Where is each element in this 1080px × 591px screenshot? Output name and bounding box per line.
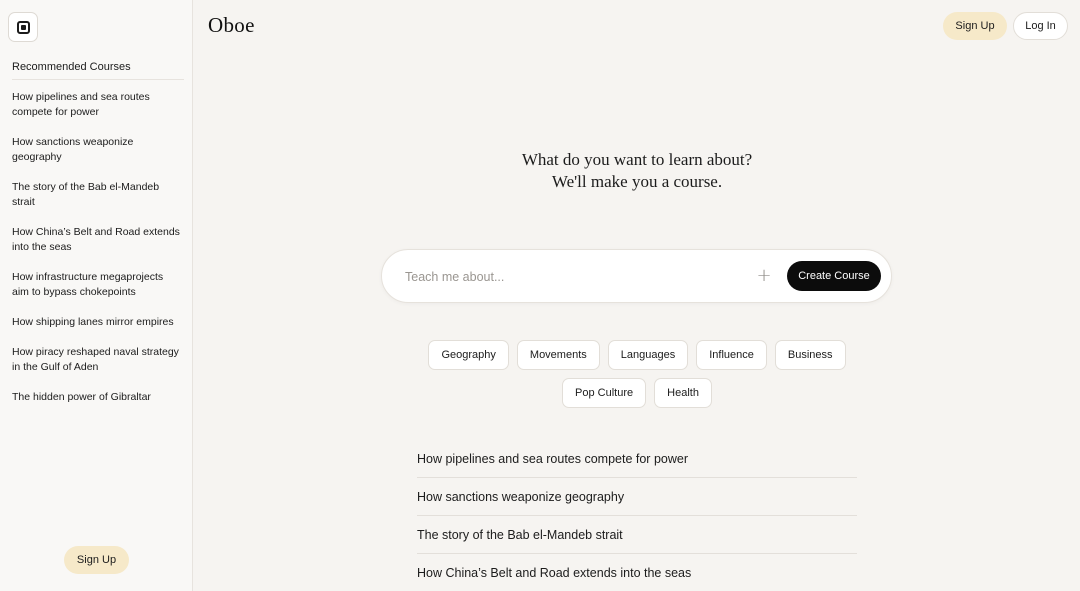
suggested-courses-list: How pipelines and sea routes compete for… — [417, 440, 857, 591]
sidebar-course-item[interactable]: The story of the Bab el-Mandeb strait — [12, 180, 182, 210]
category-chip-languages[interactable]: Languages — [607, 340, 689, 370]
teach-me-input[interactable] — [405, 267, 735, 287]
sidebar-course-item[interactable]: How pipelines and sea routes compete for… — [12, 90, 182, 120]
sidebar-course-item[interactable]: How piracy reshaped naval strategy in th… — [12, 345, 182, 375]
hero-line-1: What do you want to learn about? — [521, 150, 753, 169]
category-chip-business[interactable]: Business — [774, 340, 846, 370]
course-list-item[interactable]: The story of the Bab el-Mandeb strait — [417, 516, 857, 554]
hero-heading: What do you want to learn about? We'll m… — [437, 149, 837, 193]
hero-line-2: We'll make you a course. — [551, 172, 723, 191]
sidebar-signup-button[interactable]: Sign Up — [64, 546, 129, 574]
logo[interactable]: Oboe — [208, 13, 255, 38]
category-chips: Geography Movements Languages Influence … — [420, 340, 854, 408]
course-search-box: + Create Course — [381, 249, 892, 303]
create-course-button[interactable]: Create Course — [787, 261, 881, 291]
category-chip-movements[interactable]: Movements — [516, 340, 600, 370]
category-chip-pop-culture[interactable]: Pop Culture — [562, 378, 647, 408]
recommended-courses-heading: Recommended Courses — [12, 61, 184, 80]
sidebar-course-item[interactable]: How sanctions weaponize geography — [12, 135, 182, 165]
category-chip-influence[interactable]: Influence — [696, 340, 767, 370]
sidebar-course-item[interactable]: How shipping lanes mirror empires — [12, 315, 182, 330]
sidebar-course-item[interactable]: How infrastructure megaprojects aim to b… — [12, 270, 182, 300]
sidebar-course-item[interactable]: How China’s Belt and Road extends into t… — [12, 225, 182, 255]
course-list-item[interactable]: How pipelines and sea routes compete for… — [417, 440, 857, 478]
sidebar-toggle-button[interactable] — [8, 12, 38, 42]
plus-icon[interactable]: + — [756, 266, 772, 286]
course-list-item[interactable]: How China’s Belt and Road extends into t… — [417, 554, 857, 591]
header-login-button[interactable]: Log In — [1013, 12, 1068, 40]
recommended-courses-list: How pipelines and sea routes compete for… — [12, 90, 182, 420]
sidebar: Recommended Courses How pipelines and se… — [0, 0, 193, 591]
sidebar-toggle-icon — [16, 20, 30, 34]
course-list-item[interactable]: How sanctions weaponize geography — [417, 478, 857, 516]
category-chip-health[interactable]: Health — [654, 378, 712, 408]
sidebar-course-item[interactable]: The hidden power of Gibraltar — [12, 390, 182, 405]
category-chip-geography[interactable]: Geography — [428, 340, 509, 370]
header-signup-button[interactable]: Sign Up — [943, 12, 1007, 40]
